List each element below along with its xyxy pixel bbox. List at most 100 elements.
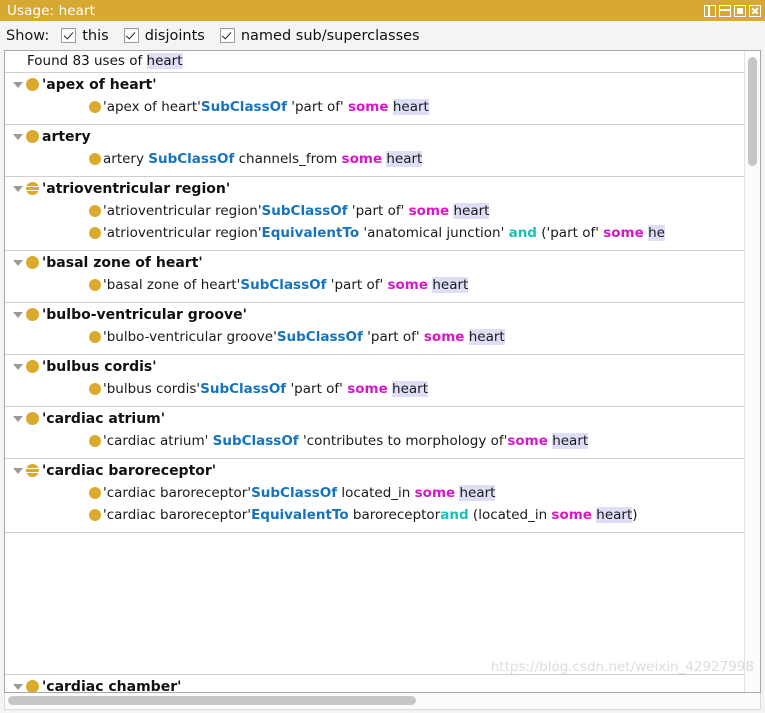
vertical-scrollbar[interactable] bbox=[744, 51, 760, 692]
usage-group-header[interactable]: 'bulbo-ventricular groove' bbox=[5, 303, 760, 326]
axiom-text-fragment: 'atrioventricular region' bbox=[103, 203, 262, 219]
class-icon bbox=[89, 205, 101, 217]
axiom-highlighted-term: heart bbox=[392, 381, 429, 397]
class-icon bbox=[89, 279, 101, 291]
checkbox-this[interactable] bbox=[61, 28, 77, 43]
axiom-highlighted-term: heart bbox=[386, 151, 423, 167]
class-icon bbox=[26, 360, 39, 373]
usage-group-name: 'basal zone of heart' bbox=[42, 254, 203, 271]
horizontal-scrollbar[interactable] bbox=[4, 693, 761, 710]
disclosure-triangle-icon[interactable] bbox=[9, 185, 26, 192]
usage-axiom-row[interactable]: 'bulbus cordis'SubClassOf 'part of' some… bbox=[5, 378, 760, 400]
axiom-quantifier: some bbox=[347, 99, 389, 115]
class-icon bbox=[26, 130, 39, 143]
usage-group-header[interactable]: 'bulbus cordis' bbox=[5, 355, 760, 378]
filter-option-this[interactable]: this bbox=[61, 27, 109, 44]
usage-group-container: 'apex of heart''apex of heart'SubClassOf… bbox=[5, 73, 760, 533]
class-icon bbox=[26, 308, 39, 321]
axiom-highlighted-term: heart bbox=[453, 203, 490, 219]
defined-class-icon bbox=[26, 182, 39, 195]
usage-axiom-text: 'cardiac baroreceptor'EquivalentTo baror… bbox=[103, 507, 638, 523]
axiom-highlighted-term: heart bbox=[596, 507, 633, 523]
axiom-keyword: SubClassOf bbox=[240, 277, 327, 293]
axiom-highlighted-term: heart bbox=[459, 485, 496, 501]
usage-axiom-row[interactable]: 'apex of heart'SubClassOf 'part of' some… bbox=[5, 96, 760, 118]
axiom-text-fragment: ('part of' bbox=[536, 225, 599, 241]
axiom-text-fragment: 'bulbus cordis' bbox=[103, 381, 201, 397]
axiom-quantifier: some bbox=[423, 329, 465, 345]
usage-axiom-row[interactable]: 'atrioventricular region'EquivalentTo 'a… bbox=[5, 222, 760, 244]
split-view-button[interactable] bbox=[704, 4, 716, 17]
usage-group-header[interactable]: 'cardiac atrium' bbox=[5, 407, 760, 430]
usage-group: 'apex of heart''apex of heart'SubClassOf… bbox=[5, 73, 760, 125]
axiom-connective: and bbox=[440, 507, 469, 523]
axiom-text-fragment: ) bbox=[632, 507, 638, 523]
usage-group-name: artery bbox=[42, 128, 91, 145]
checkbox-named-sub-superclasses[interactable] bbox=[219, 28, 235, 43]
usage-axiom-row[interactable]: 'cardiac baroreceptor'SubClassOf located… bbox=[5, 482, 760, 504]
disclosure-triangle-icon[interactable] bbox=[9, 683, 26, 690]
usage-axiom-row[interactable]: 'basal zone of heart'SubClassOf 'part of… bbox=[5, 274, 760, 296]
clipped-group-row[interactable]: 'cardiac chamber' bbox=[5, 674, 745, 692]
close-button[interactable] bbox=[749, 4, 761, 17]
usage-axiom-text: 'bulbo-ventricular groove'SubClassOf 'pa… bbox=[103, 329, 505, 345]
results-summary-term: heart bbox=[146, 53, 183, 69]
axiom-text-fragment: 'part of' bbox=[291, 99, 344, 115]
usage-axiom-row[interactable]: 'bulbo-ventricular groove'SubClassOf 'pa… bbox=[5, 326, 760, 348]
class-icon bbox=[89, 227, 101, 239]
usage-axiom-text: 'apex of heart'SubClassOf 'part of' some… bbox=[103, 99, 429, 115]
usage-group-name: 'bulbo-ventricular groove' bbox=[42, 306, 247, 323]
disclosure-triangle-icon[interactable] bbox=[9, 311, 26, 318]
disclosure-triangle-icon[interactable] bbox=[9, 259, 26, 266]
axiom-keyword: SubClassOf bbox=[212, 433, 299, 449]
disclosure-triangle-icon[interactable] bbox=[9, 133, 26, 140]
filter-bar: Show: this disjoints named sub/superclas… bbox=[0, 21, 765, 50]
usage-axiom-row[interactable]: artery SubClassOf channels_from some hea… bbox=[5, 148, 760, 170]
usage-axiom-row[interactable]: 'cardiac atrium' SubClassOf 'contributes… bbox=[5, 430, 760, 452]
axiom-keyword: SubClassOf bbox=[200, 381, 287, 397]
horizontal-scrollbar-thumb[interactable] bbox=[8, 696, 416, 705]
usage-axiom-text: 'basal zone of heart'SubClassOf 'part of… bbox=[103, 277, 469, 293]
axiom-text-fragment: artery bbox=[103, 151, 149, 167]
usage-group-header[interactable]: 'atrioventricular region' bbox=[5, 177, 760, 200]
window-title: Usage: heart bbox=[7, 2, 96, 19]
usage-group-header[interactable]: 'cardiac chamber' bbox=[5, 675, 745, 692]
usage-group: 'basal zone of heart' 'basal zone of hear… bbox=[5, 251, 760, 303]
usage-group-header[interactable]: artery bbox=[5, 125, 760, 148]
usage-group-name: 'bulbus cordis' bbox=[42, 358, 157, 375]
disclosure-triangle-icon[interactable] bbox=[9, 81, 26, 88]
filter-option-disjoints-label: disjoints bbox=[144, 27, 205, 44]
filter-option-named-sub-superclasses[interactable]: named sub/superclasses bbox=[219, 28, 420, 44]
disclosure-triangle-icon[interactable] bbox=[9, 363, 26, 370]
checkbox-disjoints[interactable] bbox=[123, 28, 139, 43]
disclosure-triangle-icon[interactable] bbox=[9, 467, 26, 474]
window-titlebar: Usage: heart bbox=[0, 0, 765, 21]
maximize-button[interactable] bbox=[734, 4, 746, 17]
usage-group-name: 'apex of heart' bbox=[42, 76, 157, 93]
stack-view-button[interactable] bbox=[719, 4, 731, 17]
class-icon bbox=[26, 680, 39, 692]
filter-option-this-label: this bbox=[82, 27, 109, 44]
axiom-text-fragment: 'part of' bbox=[351, 203, 405, 219]
axiom-keyword: SubClassOf bbox=[276, 329, 363, 345]
usage-axiom-row[interactable]: 'atrioventricular region'SubClassOf 'par… bbox=[5, 200, 760, 222]
axiom-text-fragment: 'contributes to morphology of' bbox=[298, 433, 508, 449]
axiom-text-fragment: 'part of' bbox=[330, 277, 384, 293]
axiom-highlighted-term: he bbox=[648, 225, 665, 241]
vertical-scrollbar-thumb[interactable] bbox=[748, 57, 757, 167]
axiom-highlighted-term: heart bbox=[552, 433, 589, 449]
usage-group-header[interactable]: 'basal zone of heart' bbox=[5, 251, 760, 274]
usage-group-header[interactable]: 'cardiac baroreceptor' bbox=[5, 459, 760, 482]
usage-group-name: 'atrioventricular region' bbox=[42, 180, 231, 197]
usage-axiom-row[interactable]: 'cardiac baroreceptor'EquivalentTo baror… bbox=[5, 504, 760, 526]
filter-option-disjoints[interactable]: disjoints bbox=[123, 27, 205, 44]
class-icon bbox=[89, 383, 101, 395]
disclosure-triangle-icon[interactable] bbox=[9, 415, 26, 422]
axiom-text-fragment: 'apex of heart' bbox=[103, 99, 201, 115]
usage-results-list[interactable]: Found 83 uses of heart 'apex of heart''a… bbox=[5, 51, 760, 692]
class-icon bbox=[26, 412, 39, 425]
usage-axiom-text: 'cardiac atrium' SubClassOf 'contributes… bbox=[103, 433, 589, 449]
axiom-quantifier: some bbox=[341, 151, 383, 167]
usage-axiom-text: 'atrioventricular region'EquivalentTo 'a… bbox=[103, 225, 665, 241]
usage-group-header[interactable]: 'apex of heart' bbox=[5, 73, 760, 96]
